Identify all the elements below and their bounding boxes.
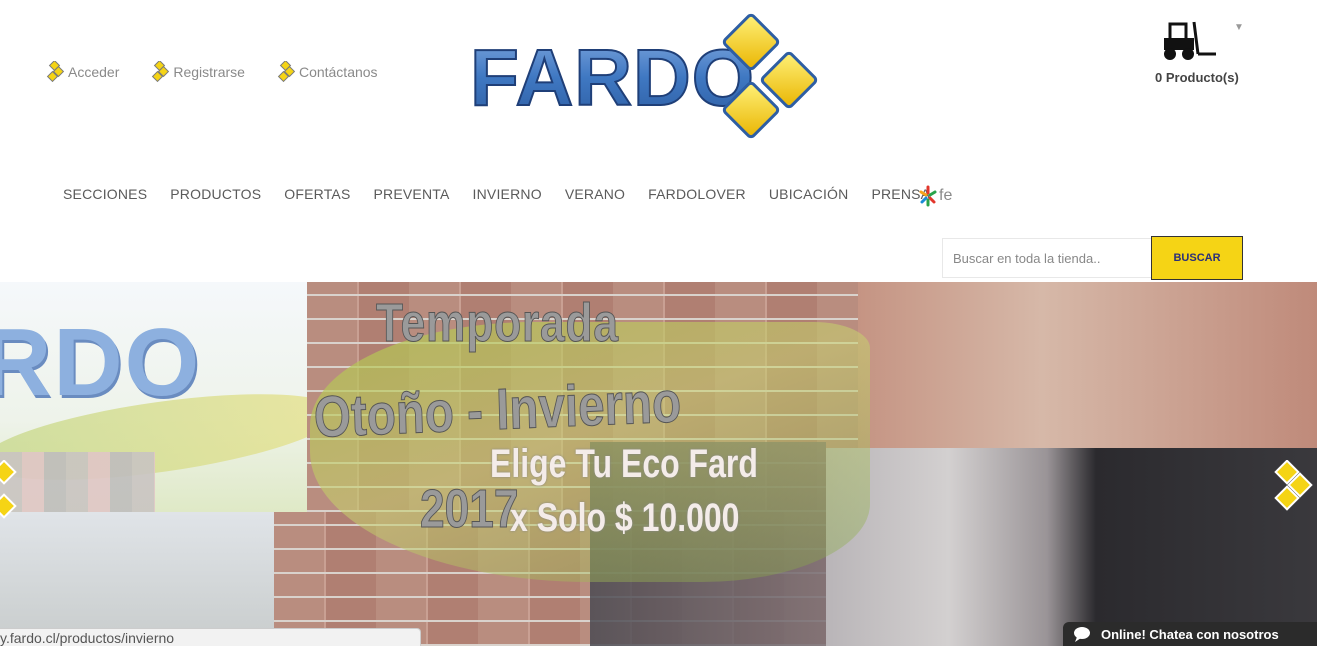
contact-link[interactable]: Contáctanos (275, 61, 378, 83)
logo-text: FARDO (470, 33, 755, 122)
banner-tile-women-low (826, 448, 1317, 646)
diamond-icon (152, 61, 170, 83)
nav-item-preventa[interactable]: PREVENTA (374, 186, 450, 202)
diamond-icon (46, 61, 64, 83)
nav-item-ofertas[interactable]: OFERTAS (284, 186, 350, 202)
login-link-label: Acceder (68, 64, 120, 80)
banner-headline-year: 2017 (420, 479, 519, 540)
login-link[interactable]: Acceder (44, 61, 119, 83)
nav-item-productos[interactable]: PRODUCTOS (170, 186, 261, 202)
banner-headline-season: Temporada (376, 293, 619, 354)
status-bar-url: y.fardo.cl/productos/invierno (0, 628, 421, 646)
register-link-label: Registrarse (173, 64, 245, 80)
nav-item-secciones[interactable]: SECCIONES (63, 186, 147, 202)
chat-label: Online! Chatea con nosotros (1101, 626, 1279, 642)
chat-widget[interactable]: Online! Chatea con nosotros (1063, 622, 1317, 646)
main-nav: SECCIONES PRODUCTOS OFERTAS PREVENTA INV… (63, 186, 930, 202)
forklift-icon (1164, 21, 1216, 60)
hero-banner[interactable]: RDO Temporada Otoño - Invierno 2017 Elig… (0, 282, 1317, 646)
search-bar: BUSCAR (942, 236, 1243, 280)
banner-tile-women (858, 282, 1317, 448)
chevron-down-icon[interactable]: ▼ (1234, 22, 1244, 33)
banner-tile-bales (0, 512, 274, 646)
banner-logo-text: RDO (0, 309, 202, 416)
asterisk-icon (919, 185, 937, 207)
fe-label: fe (939, 187, 953, 204)
fardo-logo[interactable]: FARDO (468, 10, 818, 140)
slider-next-icon[interactable] (1272, 460, 1317, 520)
banner-promo-line-1: Elige Tu Eco Fard (490, 442, 758, 486)
diamond-icon (277, 61, 295, 83)
nav-item-invierno[interactable]: INVIERNO (473, 186, 542, 202)
nav-item-verano[interactable]: VERANO (565, 186, 625, 202)
nav-item-fardolover[interactable]: FARDOLOVER (648, 186, 746, 202)
slider-prev-icon[interactable] (0, 460, 24, 520)
search-button[interactable]: BUSCAR (1151, 236, 1243, 280)
fe-logo[interactable]: fe (918, 185, 952, 207)
top-links: Acceder Registrarse Contáctanos (44, 61, 378, 83)
search-input[interactable] (942, 238, 1151, 278)
banner-promo-line-2: x Solo $ 10.000 (510, 496, 740, 540)
register-link[interactable]: Registrarse (149, 61, 245, 83)
banner-tile-logo: RDO (0, 282, 307, 512)
contact-link-label: Contáctanos (298, 64, 378, 80)
chat-bubble-icon (1074, 627, 1090, 642)
nav-item-ubicacion[interactable]: UBICACIÓN (769, 186, 849, 202)
cart[interactable]: ▼ 0 Producto(s) (1150, 18, 1250, 88)
cart-count: 0 Producto(s) (1155, 70, 1239, 85)
